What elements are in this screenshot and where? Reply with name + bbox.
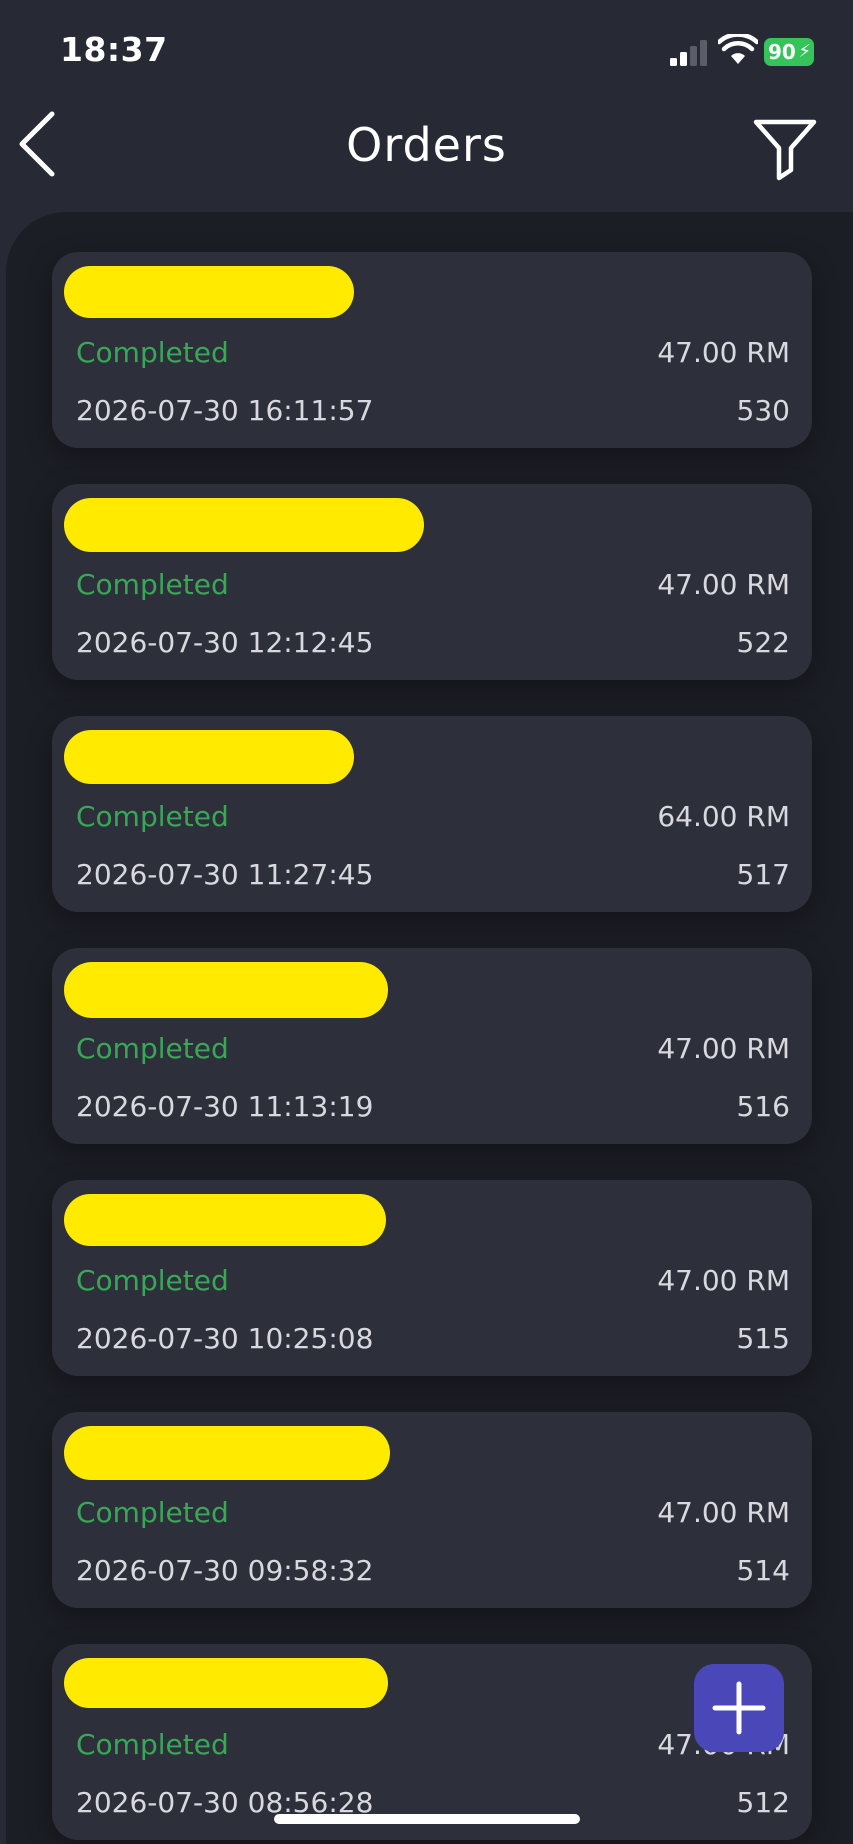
page-title: Orders xyxy=(346,118,507,172)
order-number: 517 xyxy=(736,858,790,891)
order-card[interactable]: Completed 47.00 RM 2026-07-30 09:58:32 5… xyxy=(52,1412,812,1608)
order-status: Completed xyxy=(76,800,229,833)
order-card[interactable]: Completed 47.00 RM 2026-07-30 12:12:45 5… xyxy=(52,484,812,680)
redaction-mark xyxy=(64,962,388,1018)
order-number: 530 xyxy=(736,394,790,427)
order-amount: 47.00 RM xyxy=(657,1496,790,1529)
redaction-mark xyxy=(64,730,354,784)
order-date: 2026-07-30 11:27:45 xyxy=(76,858,374,891)
order-amount: 64.00 RM xyxy=(657,800,790,833)
charging-bolt-icon: ⚡ xyxy=(798,41,811,62)
redaction-mark xyxy=(64,266,354,318)
order-date: 2026-07-30 16:11:57 xyxy=(76,394,374,427)
plus-icon xyxy=(712,1681,766,1735)
redaction-mark xyxy=(64,1194,386,1246)
order-amount: 47.00 RM xyxy=(657,1032,790,1065)
order-card[interactable]: Completed 64.00 RM 2026-07-30 11:27:45 5… xyxy=(52,716,812,912)
battery-indicator: 90 ⚡ xyxy=(764,38,814,66)
redaction-mark xyxy=(64,1658,388,1708)
order-amount: 47.00 RM xyxy=(657,336,790,369)
order-card[interactable]: Completed 47.00 RM 2026-07-30 11:13:19 5… xyxy=(52,948,812,1144)
wifi-icon xyxy=(718,34,758,64)
order-card[interactable]: Completed 47.00 RM 2026-07-30 16:11:57 5… xyxy=(52,252,812,448)
order-date: 2026-07-30 12:12:45 xyxy=(76,626,374,659)
orders-screen: 18:37 90 ⚡ Orders Completed 47.00 RM 202… xyxy=(0,0,853,1844)
order-date: 2026-07-30 11:13:19 xyxy=(76,1090,374,1123)
add-order-button[interactable] xyxy=(694,1664,784,1752)
order-number: 512 xyxy=(736,1786,790,1819)
orders-list: Completed 47.00 RM 2026-07-30 16:11:57 5… xyxy=(6,212,853,1844)
order-amount: 47.00 RM xyxy=(657,568,790,601)
order-date: 2026-07-30 10:25:08 xyxy=(76,1322,374,1355)
order-date: 2026-07-30 09:58:32 xyxy=(76,1554,374,1587)
status-bar: 18:37 90 ⚡ xyxy=(0,0,853,100)
order-card[interactable]: Completed 47.00 RM 2026-07-30 10:25:08 5… xyxy=(52,1180,812,1376)
order-number: 516 xyxy=(736,1090,790,1123)
status-time: 18:37 xyxy=(60,30,168,69)
order-status: Completed xyxy=(76,568,229,601)
order-number: 522 xyxy=(736,626,790,659)
order-amount: 47.00 RM xyxy=(657,1264,790,1297)
order-status: Completed xyxy=(76,1496,229,1529)
order-status: Completed xyxy=(76,1264,229,1297)
redaction-mark xyxy=(64,498,424,552)
order-status: Completed xyxy=(76,1728,229,1761)
home-indicator[interactable] xyxy=(274,1814,580,1824)
order-status: Completed xyxy=(76,1032,229,1065)
cellular-signal-icon xyxy=(670,40,707,66)
redaction-mark xyxy=(64,1426,390,1480)
battery-level: 90 xyxy=(768,40,796,64)
order-number: 514 xyxy=(736,1554,790,1587)
order-number: 515 xyxy=(736,1322,790,1355)
order-status: Completed xyxy=(76,336,229,369)
